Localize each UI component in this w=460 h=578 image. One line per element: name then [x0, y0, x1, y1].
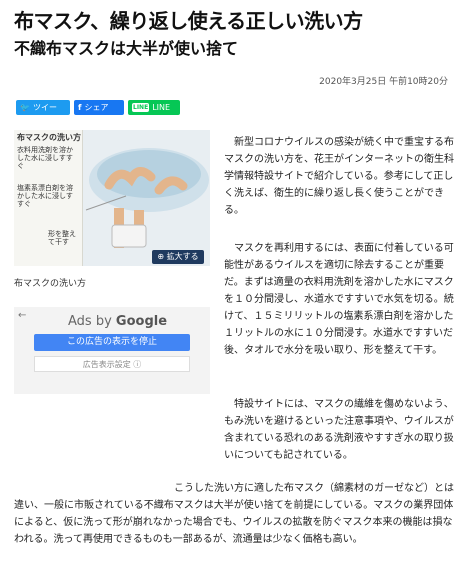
paragraph-3: 特設サイトには、マスクの繊維を傷めないよう、もみ洗いを避けるといった注意事項や、… — [224, 399, 454, 461]
paragraph-4: こうした洗い方に適した布マスク（綿素材のガーゼなど）とは違い、一般に市販されてい… — [14, 483, 454, 545]
zoom-label: 拡大する — [166, 252, 199, 261]
article-subtitle: 不織布マスクは大半が使い捨て — [14, 39, 239, 58]
figure-step-2: 塩素系漂白剤を溶かした水に浸しすすぐ — [17, 184, 73, 208]
facebook-share-button[interactable]: f シェア — [74, 100, 124, 115]
paragraph-1: 新型コロナウイルスの感染が続く中で重宝する布マスクの洗い方を、花王がインターネッ… — [224, 137, 454, 216]
figure-caption: 布マスクの洗い方 — [14, 279, 87, 289]
mask-washing-figure[interactable]: 布マスクの洗い方 衣料用洗剤を溶かした水に浸しすすぐ 塩素系漂白剤を溶かした水に… — [14, 130, 210, 266]
facebook-icon: f — [78, 103, 82, 112]
ads-by-google-label: Ads by Google — [68, 314, 167, 329]
facebook-share-label: シェア — [84, 103, 109, 112]
ad-feedback-box: ← Ads by Google この広告の表示を停止 広告表示設定 ⓘ — [14, 307, 210, 394]
back-arrow-icon[interactable]: ← — [18, 310, 26, 321]
figure-step-1: 衣料用洗剤を溶かした水に浸しすすぐ — [17, 146, 73, 170]
line-send-button[interactable]: LINE LINEで送る — [128, 100, 180, 127]
tweet-button[interactable]: 🐦 ツイート — [16, 100, 70, 127]
ad-settings-button[interactable]: 広告表示設定 ⓘ — [34, 356, 190, 372]
google-text: Google — [115, 314, 168, 329]
ads-by-text: Ads by — [68, 314, 112, 329]
magnifier-icon: ⊕ — [157, 252, 165, 261]
figure-steps-panel: 布マスクの洗い方 衣料用洗剤を溶かした水に浸しすすぐ 塩素系漂白剤を溶かした水に… — [14, 130, 83, 266]
zoom-button[interactable]: ⊕ 拡大する — [152, 250, 204, 264]
paragraph-2: マスクを再利用するには、表面に付着している可能性があるウイルスを適切に除去するこ… — [224, 243, 454, 356]
figure-step-3: 形を整えて干す — [48, 230, 76, 246]
figure-heading: 布マスクの洗い方 — [17, 133, 81, 142]
twitter-icon: 🐦 — [20, 103, 30, 112]
stop-ad-button[interactable]: この広告の表示を停止 — [34, 334, 190, 351]
line-icon: LINE — [132, 103, 150, 112]
publish-date: 2020年3月25日 午前10時20分 — [319, 77, 448, 87]
article-title: 布マスク、繰り返し使える正しい洗い方 — [14, 9, 363, 33]
